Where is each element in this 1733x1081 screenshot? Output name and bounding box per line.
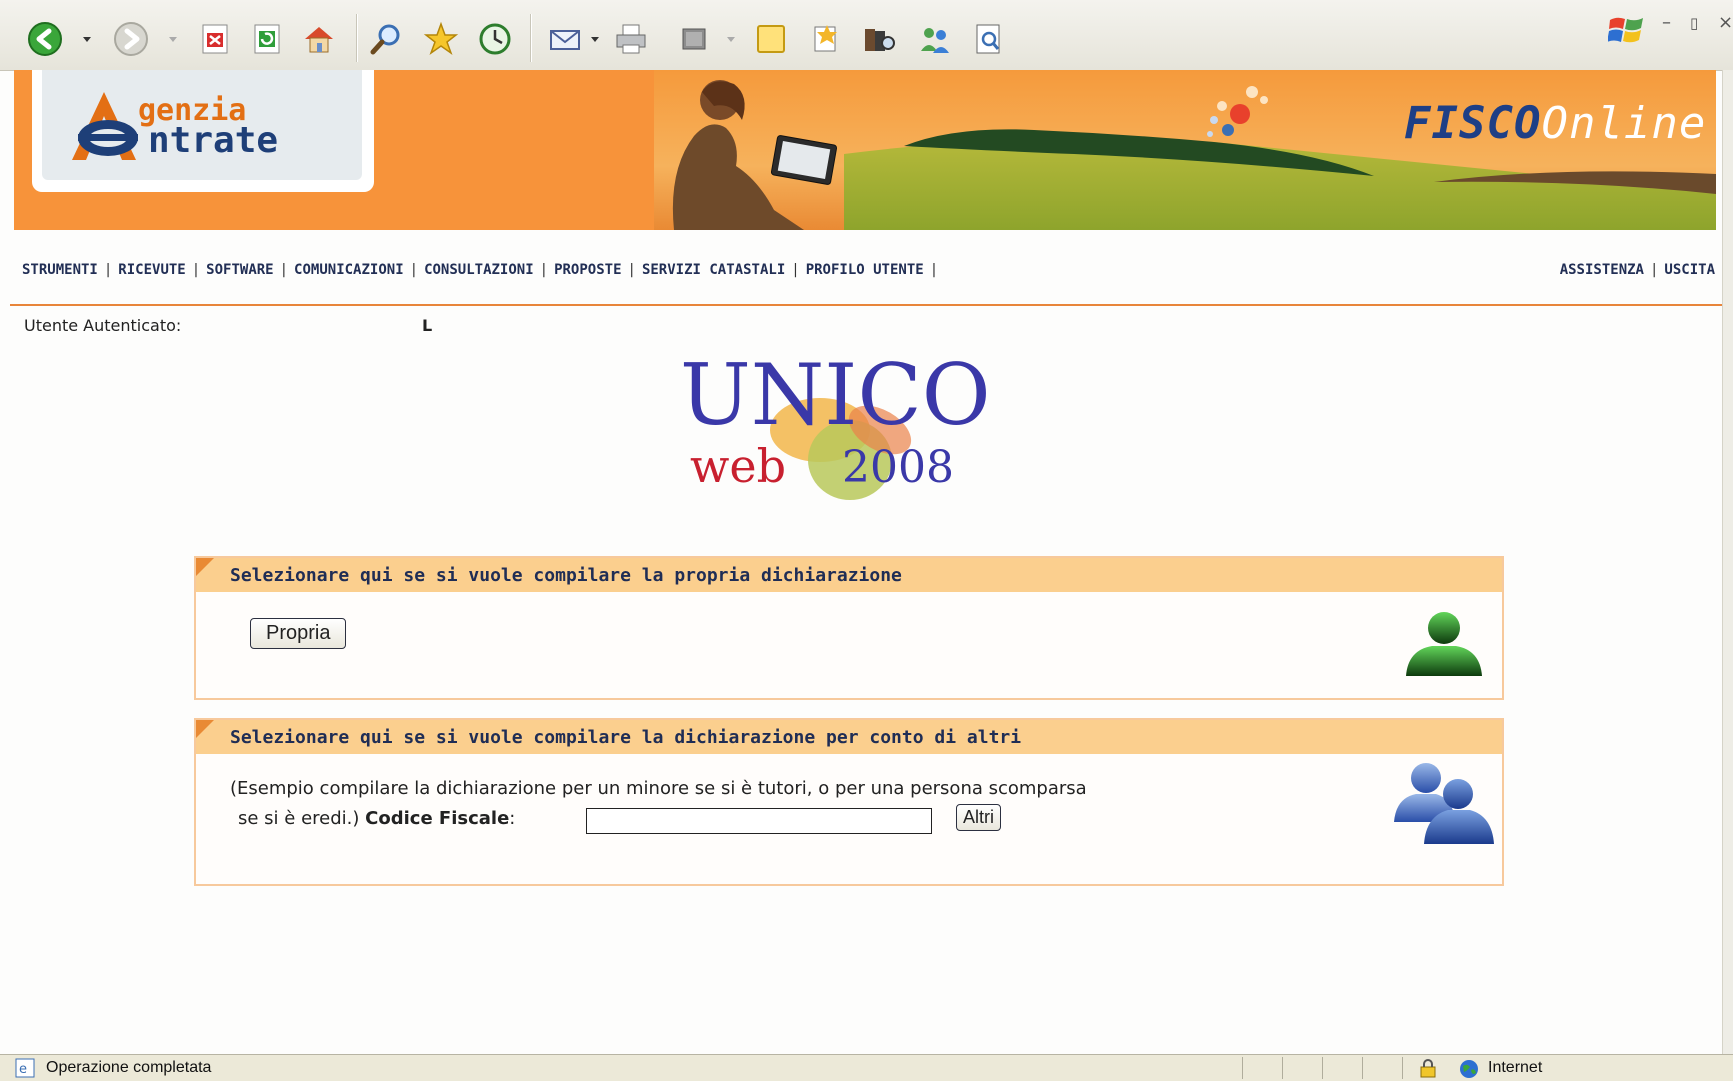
related-icon[interactable] bbox=[970, 20, 1008, 58]
forward-dropdown-icon[interactable] bbox=[168, 36, 178, 44]
corner-triangle-icon bbox=[196, 720, 214, 738]
nav-separator: | bbox=[279, 262, 289, 278]
nav-separator: | bbox=[791, 262, 800, 278]
nav-assistenza[interactable]: ASSISTENZA bbox=[1560, 262, 1644, 278]
user-value: L bbox=[422, 316, 433, 335]
svg-text:e: e bbox=[19, 1062, 27, 1077]
nav-separator: | bbox=[929, 262, 939, 278]
mail-icon[interactable] bbox=[546, 20, 584, 58]
fisco-brand-suffix: nline bbox=[1568, 98, 1707, 149]
main-nav: STRUMENTI | RICEVUTE | SOFTWARE | COMUNICAZION… bbox=[22, 262, 944, 278]
stop-icon[interactable] bbox=[196, 20, 234, 58]
back-icon[interactable] bbox=[26, 20, 64, 58]
page-icon: e bbox=[15, 1058, 35, 1078]
unico-web: web bbox=[690, 439, 786, 493]
unico-year: 2008 bbox=[842, 442, 954, 493]
status-separator bbox=[1362, 1057, 1363, 1079]
edit-icon[interactable] bbox=[676, 20, 714, 58]
header-banner: genzia ntrate FISCOOnline bbox=[14, 70, 1716, 230]
windows-logo-icon bbox=[1608, 17, 1643, 43]
fisco-brand-text: FISCO bbox=[1404, 98, 1542, 149]
messenger-icon[interactable] bbox=[860, 20, 898, 58]
nav-proposte[interactable]: PROPOSTE bbox=[554, 262, 621, 278]
panel-others-description-2: se si è eredi.) Codice Fiscale: bbox=[238, 808, 515, 829]
nav-ricevute[interactable]: RICEVUTE bbox=[118, 262, 185, 278]
panel-own-declaration: Selezionare qui se si vuole compilare la… bbox=[194, 556, 1504, 700]
unico-web-2008-logo: UNICO web 2008 bbox=[680, 350, 991, 500]
header-divider bbox=[10, 304, 1722, 306]
home-icon[interactable] bbox=[300, 20, 338, 58]
nav-separator: | bbox=[539, 262, 549, 278]
codice-fiscale-label: Codice Fiscale bbox=[365, 808, 510, 829]
contacts-icon[interactable] bbox=[916, 20, 954, 58]
edit-dropdown-icon[interactable] bbox=[726, 36, 736, 44]
nav-comunicazioni[interactable]: COMUNICAZIONI bbox=[294, 262, 404, 278]
logo-line2: ntrate bbox=[148, 120, 279, 161]
nav-uscita[interactable]: USCITA bbox=[1664, 262, 1715, 278]
close-window-icon[interactable]: × bbox=[1718, 12, 1733, 33]
history-icon[interactable] bbox=[476, 20, 514, 58]
lock-icon bbox=[1420, 1059, 1436, 1078]
fisconline-brand: FISCOOnline bbox=[1404, 98, 1706, 149]
print-icon[interactable] bbox=[612, 20, 650, 58]
nav-separator: | bbox=[627, 262, 636, 278]
unico-title: UNICO bbox=[680, 350, 991, 444]
toolbar-separator bbox=[356, 14, 357, 62]
nav-separator: | bbox=[191, 262, 201, 278]
nav-separator: | bbox=[409, 262, 419, 278]
back-dropdown-icon[interactable] bbox=[82, 36, 92, 44]
panel-others-description: (Esempio compilare la dichiarazione per … bbox=[230, 778, 1087, 799]
panel-others-header: Selezionare qui se si vuole compilare la… bbox=[196, 720, 1502, 754]
nav-separator: | bbox=[103, 262, 113, 278]
user-label: Utente Autenticato: bbox=[24, 316, 182, 335]
agenzia-entrate-logo[interactable]: genzia ntrate bbox=[32, 70, 374, 192]
fisco-dots-icon bbox=[1207, 86, 1268, 137]
nav-servizi-catastali[interactable]: SERVIZI CATASTALI bbox=[642, 262, 785, 278]
browser-toolbar: – ▯ × bbox=[0, 0, 1733, 71]
status-separator bbox=[1322, 1057, 1323, 1079]
propria-button[interactable]: Propria bbox=[250, 618, 347, 649]
panel-own-title: Selezionare qui se si vuole compilare la… bbox=[230, 565, 902, 586]
status-separator bbox=[1282, 1057, 1283, 1079]
altri-button[interactable]: Altri bbox=[956, 804, 1001, 831]
forward-icon[interactable] bbox=[112, 20, 150, 58]
description-line2: se si è eredi.) bbox=[238, 808, 360, 829]
search-icon[interactable] bbox=[368, 20, 406, 58]
security-zone: Internet bbox=[1488, 1059, 1543, 1076]
status-separator bbox=[1242, 1057, 1243, 1079]
codice-fiscale-input[interactable] bbox=[586, 808, 932, 834]
panel-own-header: Selezionare qui se si vuole compilare la… bbox=[196, 558, 1502, 592]
favorites-icon[interactable] bbox=[422, 20, 460, 58]
nav-software[interactable]: SOFTWARE bbox=[206, 262, 273, 278]
nav-strumenti[interactable]: STRUMENTI bbox=[22, 262, 98, 278]
single-user-icon bbox=[1406, 612, 1482, 676]
nav-right: ASSISTENZA | USCITA bbox=[1560, 262, 1715, 278]
minimize-icon[interactable]: – bbox=[1662, 12, 1671, 33]
research-icon[interactable] bbox=[808, 20, 846, 58]
banner-landscape-image bbox=[654, 70, 1716, 230]
vertical-scrollbar[interactable] bbox=[1722, 70, 1733, 1054]
corner-triangle-icon bbox=[196, 558, 214, 576]
nav-profilo-utente[interactable]: PROFILO UTENTE bbox=[806, 262, 924, 278]
panel-others-declaration: Selezionare qui se si vuole compilare la… bbox=[194, 718, 1504, 886]
mail-dropdown-icon[interactable] bbox=[590, 36, 600, 44]
fisco-brand-o: O bbox=[1541, 98, 1569, 149]
panel-others-title: Selezionare qui se si vuole compilare la… bbox=[230, 727, 1022, 748]
discuss-icon[interactable] bbox=[752, 20, 790, 58]
status-text: Operazione completata bbox=[46, 1059, 212, 1076]
restore-icon[interactable]: ▯ bbox=[1690, 14, 1698, 32]
multiple-users-icon bbox=[1394, 763, 1494, 844]
globe-icon bbox=[1460, 1060, 1478, 1078]
nav-separator: | bbox=[1649, 262, 1659, 278]
toolbar-separator bbox=[530, 14, 531, 62]
nav-consultazioni[interactable]: CONSULTAZIONI bbox=[424, 262, 534, 278]
status-separator bbox=[1402, 1057, 1403, 1079]
refresh-icon[interactable] bbox=[248, 20, 286, 58]
codice-fiscale-colon: : bbox=[509, 808, 516, 829]
status-bar: e Operazione completata Internet bbox=[0, 1054, 1733, 1081]
